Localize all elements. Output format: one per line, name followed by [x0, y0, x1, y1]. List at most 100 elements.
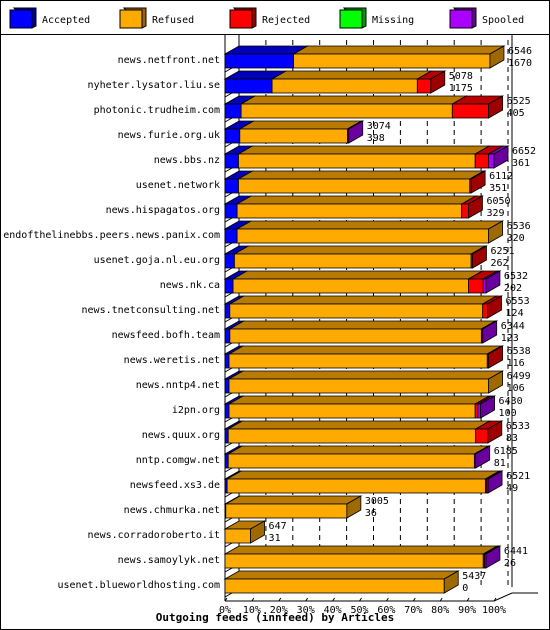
- bar-row: [223, 170, 487, 194]
- total-label: 6553: [506, 296, 530, 307]
- bar-segment-accepted: [224, 278, 234, 294]
- category-label: newsfeed.bofh.team: [112, 330, 220, 341]
- bar-segment-accepted: [224, 353, 230, 369]
- accepted-label: 1175: [449, 83, 473, 94]
- accepted-label: 1670: [508, 58, 532, 69]
- accepted-label: 83: [506, 433, 518, 444]
- bar-segment-refused: [234, 253, 472, 269]
- bar-segment-accepted: [224, 153, 239, 169]
- total-label: 6533: [506, 421, 530, 432]
- legend-swatch: [9, 9, 33, 29]
- bar-segment-accepted: [224, 253, 235, 269]
- bar-segment-refused: [240, 103, 453, 119]
- accepted-label: 398: [367, 133, 385, 144]
- bar-top-refused: [227, 345, 503, 355]
- bar-top-refused: [236, 145, 491, 155]
- bar-top-refused: [224, 495, 363, 505]
- category-label: news.bbs.nz: [154, 155, 220, 166]
- bar-top-refused: [235, 195, 478, 205]
- category-label: nyheter.lysator.liu.se: [88, 80, 220, 91]
- category-label: news.corradoroberto.it: [88, 530, 220, 541]
- total-label: 6652: [512, 146, 536, 157]
- total-label: 6112: [489, 171, 513, 182]
- accepted-label: 329: [486, 208, 504, 219]
- category-label: news.nk.ca: [160, 280, 220, 291]
- bar-row: [223, 470, 504, 494]
- legend-label: Spooled: [482, 15, 524, 26]
- bar-segment-refused: [229, 303, 484, 319]
- bar-segment-refused: [293, 53, 491, 69]
- stacked-bar-chart: Accepted Refused Rejected Missing Spooled ne…: [3, 7, 538, 624]
- x-tick-label: 80%: [431, 605, 449, 616]
- legend-swatch: [449, 9, 473, 29]
- total-label: 6546: [508, 46, 532, 57]
- bar-top-refused: [227, 370, 505, 380]
- total-label: 3005: [365, 496, 389, 507]
- bar-top-refused: [228, 320, 497, 330]
- total-label: 6525: [507, 96, 531, 107]
- total-label: 6251: [490, 246, 514, 257]
- bar-top-refused: [270, 70, 433, 80]
- bar-segment-accepted: [224, 428, 229, 444]
- accepted-label: 100: [499, 408, 517, 419]
- bar-row: [223, 45, 506, 69]
- bar-segment-accepted: [224, 378, 230, 394]
- legend-item-spooled: Spooled: [449, 7, 524, 29]
- bar-segment-rejected: [482, 303, 488, 319]
- bar-segment-refused: [225, 503, 348, 519]
- total-label: 5437: [462, 571, 486, 582]
- total-label: 6185: [494, 446, 518, 457]
- bar-top-refused: [223, 570, 460, 580]
- legend-label: Rejected: [262, 15, 310, 26]
- accepted-label: 124: [506, 308, 524, 319]
- category-label: photonic.trudheim.com: [94, 105, 220, 116]
- category-label: news.weretis.net: [124, 355, 220, 366]
- total-label: 6344: [501, 321, 525, 332]
- bar-segment-accepted: [224, 403, 230, 419]
- accepted-label: 405: [507, 108, 525, 119]
- bar-segment-rejected: [474, 153, 490, 169]
- legend-swatch: [339, 9, 363, 29]
- category-label: nntp.comgw.net: [136, 455, 220, 466]
- category-label: news.furie.org.uk: [118, 130, 220, 141]
- bar-top-refused: [228, 295, 499, 305]
- accepted-label: 361: [512, 158, 530, 169]
- accepted-label: 262: [490, 258, 508, 269]
- category-label: news.chmurka.net: [124, 505, 220, 516]
- chart-title: Outgoing feeds (innfeed) by Articles: [156, 611, 394, 624]
- category-label: news.samoylyk.net: [118, 555, 220, 566]
- accepted-label: 36: [365, 508, 377, 519]
- category-label: news.nntp4.net: [136, 380, 220, 391]
- category-label: newsfeed.xs3.de: [130, 480, 220, 491]
- bar-top-refused: [227, 395, 491, 405]
- bar-top-refused: [225, 470, 501, 480]
- bar-segment-refused: [226, 478, 486, 494]
- bar-segment-spooled: [477, 403, 481, 419]
- category-label: i2pn.org: [172, 405, 220, 416]
- bar-segment-refused: [271, 78, 418, 94]
- bar-segment-rejected: [474, 403, 479, 419]
- accepted-label: 81: [494, 458, 506, 469]
- x-tick-label: 100%: [482, 605, 506, 616]
- bar-top-refused: [223, 545, 499, 555]
- bar-row: [223, 245, 488, 269]
- bar-segment-accepted: [224, 453, 229, 469]
- bar-segment-spooled: [488, 153, 495, 169]
- bar-row: [223, 395, 497, 419]
- bar-segment-refused: [236, 203, 463, 219]
- bar-top-refused: [232, 245, 487, 255]
- category-label: news.hispagatos.org: [106, 205, 220, 216]
- total-label: 6499: [507, 371, 531, 382]
- bar-segment-accepted: [224, 128, 241, 144]
- total-label: 6441: [504, 546, 528, 557]
- bar-segment-refused: [227, 428, 477, 444]
- bar-segment-refused: [227, 453, 475, 469]
- legend-item-refused: Refused: [119, 7, 194, 29]
- bar-row: [223, 495, 363, 519]
- total-label: 6050: [486, 196, 510, 207]
- bar-row: [223, 370, 505, 394]
- bar-row: [223, 445, 492, 469]
- bar-row: [223, 95, 505, 119]
- bar-row: [223, 220, 505, 244]
- x-tick-label: 90%: [458, 605, 476, 616]
